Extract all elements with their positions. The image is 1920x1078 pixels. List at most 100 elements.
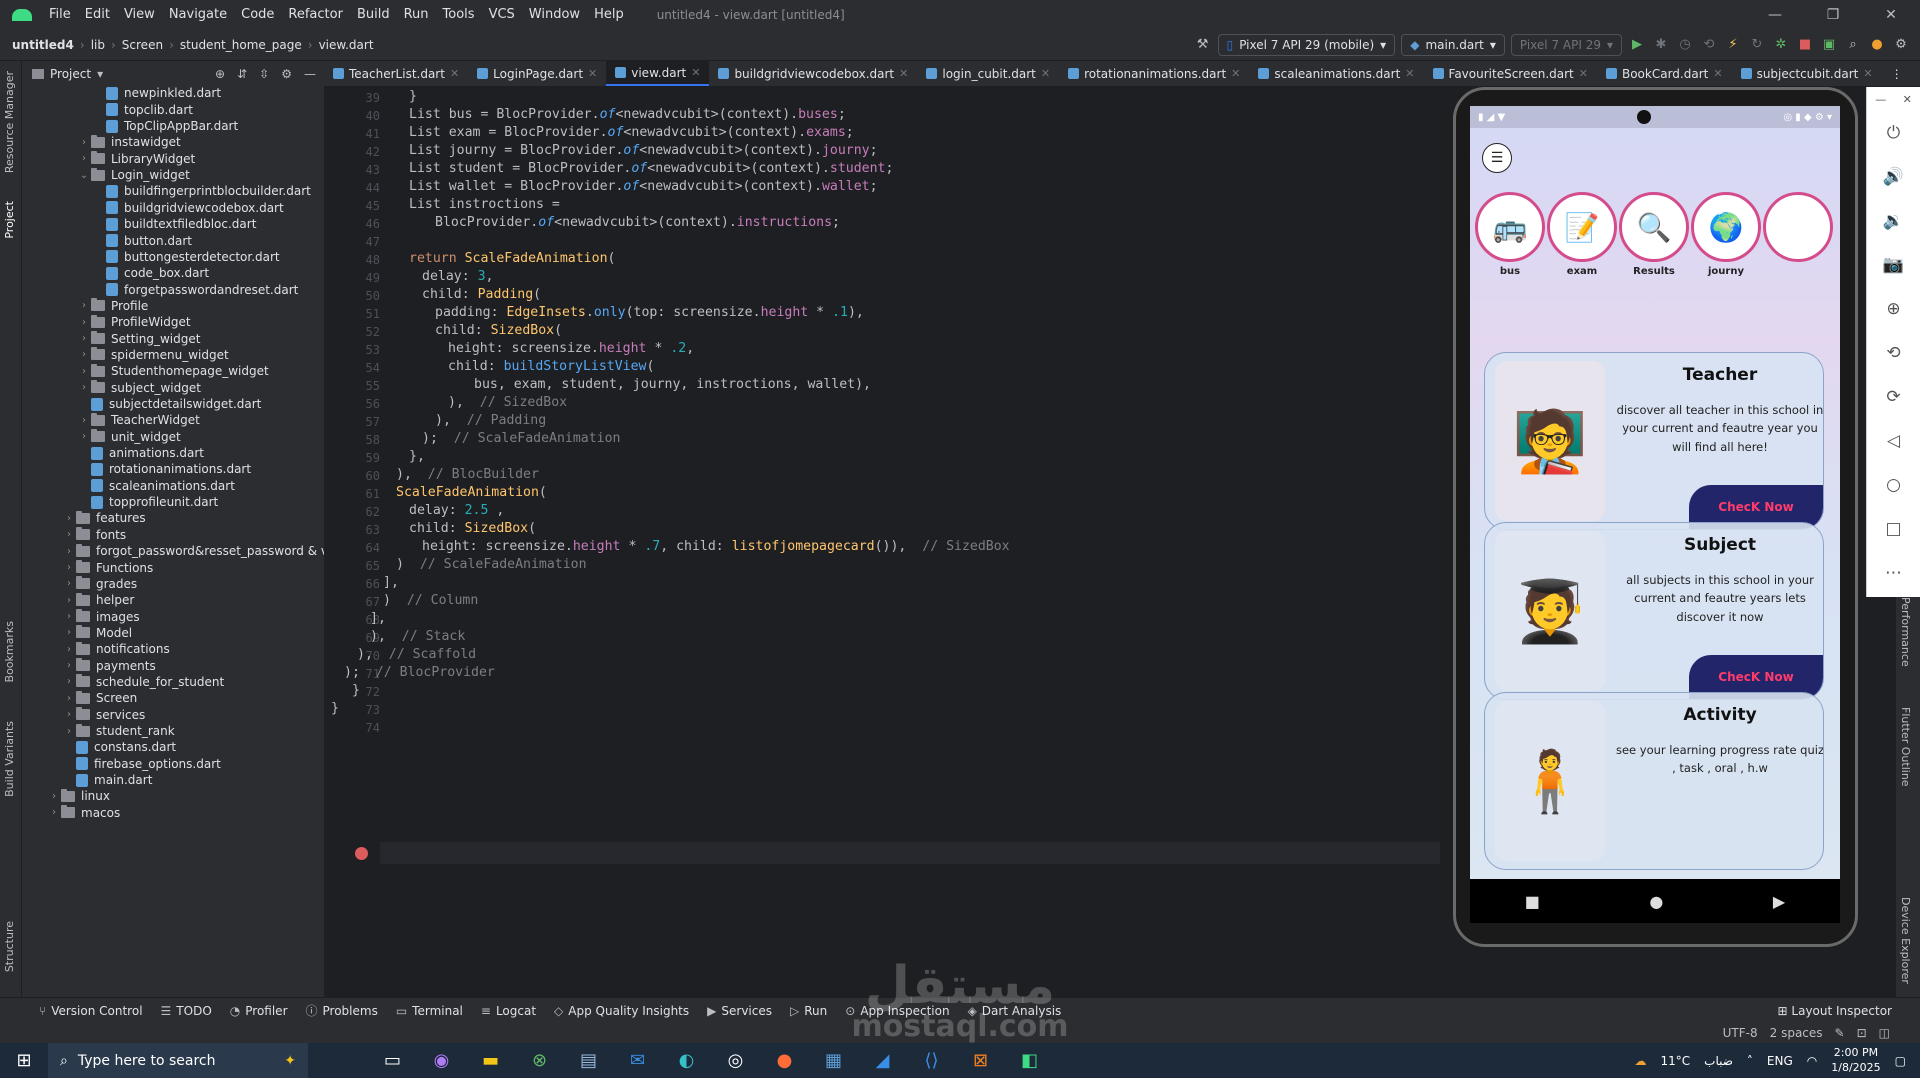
- minimize-icon[interactable]: —: [1746, 7, 1804, 23]
- chevron-right-icon[interactable]: ›: [77, 415, 91, 426]
- story-item-partial[interactable]: [1762, 192, 1834, 262]
- code-line[interactable]: }: [409, 89, 417, 104]
- store-icon[interactable]: ◢: [858, 1043, 907, 1078]
- indent-indicator[interactable]: 2 spaces: [1770, 1026, 1823, 1040]
- code-line[interactable]: ), // Stack: [370, 629, 465, 644]
- close-icon[interactable]: ✕: [1903, 93, 1912, 106]
- menu-tools[interactable]: Tools: [436, 7, 482, 22]
- story-item[interactable]: 🚌 bus: [1474, 192, 1546, 277]
- update-icon[interactable]: ●: [1868, 36, 1886, 54]
- editor-tab[interactable]: subjectcubit.dart ✕: [1732, 61, 1882, 86]
- terminal-tab[interactable]: ▭ Terminal: [387, 1004, 472, 1018]
- performance-tab[interactable]: Performance: [1899, 597, 1912, 667]
- bookmarks-tab[interactable]: Bookmarks: [3, 621, 16, 682]
- calculator-icon[interactable]: ▦: [809, 1043, 858, 1078]
- taskbar-search[interactable]: ⌕ Type here to search ✦: [48, 1043, 308, 1078]
- run-config-selector[interactable]: ◆ main.dart ▾: [1401, 33, 1505, 56]
- search-icon[interactable]: ⌕: [1844, 36, 1862, 54]
- task-view-icon[interactable]: ▭: [368, 1043, 417, 1078]
- close-icon[interactable]: ✕: [588, 67, 597, 80]
- home-card[interactable]: 🧑‍🎓 Subject all subjects in this school in…: [1484, 522, 1824, 700]
- device-selector-secondary[interactable]: Pixel 7 API 29 ▾: [1510, 33, 1622, 56]
- story-item[interactable]: 🔍 Results: [1618, 192, 1690, 277]
- editor-tab[interactable]: TeacherList.dart ✕: [324, 61, 468, 86]
- xbox-icon[interactable]: ⊗: [515, 1043, 564, 1078]
- profile-icon[interactable]: ◷: [1676, 36, 1694, 54]
- tree-folder[interactable]: › macos: [47, 803, 120, 823]
- logcat-tab[interactable]: ≡ Logcat: [472, 1004, 545, 1018]
- run-icon[interactable]: ▶: [1628, 36, 1646, 54]
- chevron-up-icon[interactable]: ˄: [1747, 1054, 1753, 1068]
- menu-view[interactable]: View: [117, 7, 162, 22]
- code-line[interactable]: ],: [383, 575, 399, 590]
- weather-text[interactable]: ضباب: [1704, 1054, 1733, 1068]
- hammer-icon[interactable]: ⚒: [1194, 36, 1212, 54]
- locate-icon[interactable]: ⊕: [215, 67, 225, 81]
- home-icon[interactable]: ●: [1649, 892, 1663, 911]
- editor-tab[interactable]: rotationanimations.dart ✕: [1059, 61, 1249, 86]
- collapse-all-icon[interactable]: ⇳: [259, 67, 269, 81]
- close-icon[interactable]: ✕: [1041, 67, 1050, 80]
- code-line[interactable]: child: SizedBox(: [409, 521, 536, 536]
- back-icon[interactable]: ▶: [1773, 892, 1785, 911]
- code-line[interactable]: }: [344, 683, 360, 698]
- close-icon[interactable]: ✕: [1231, 67, 1240, 80]
- todo-tab[interactable]: ☰ TODO: [152, 1004, 221, 1018]
- device-explorer-tab[interactable]: Device Explorer: [1899, 897, 1912, 984]
- code-line[interactable]: return ScaleFadeAnimation(: [409, 251, 615, 266]
- code-line[interactable]: ) // ScaleFadeAnimation: [396, 557, 587, 572]
- chevron-right-icon[interactable]: ›: [77, 317, 91, 328]
- hot-restart-icon[interactable]: ↻: [1748, 36, 1766, 54]
- chevron-right-icon[interactable]: ›: [77, 431, 91, 442]
- code-line[interactable]: delay: 2.5 ,: [409, 503, 504, 518]
- close-icon[interactable]: ✕: [1713, 67, 1722, 80]
- chevron-right-icon[interactable]: ›: [77, 137, 91, 148]
- services-tab[interactable]: ▶ Services: [698, 1004, 781, 1018]
- back-icon[interactable]: ◁: [1867, 419, 1920, 463]
- breadcrumb-view-dart[interactable]: view.dart: [313, 38, 380, 52]
- code-line[interactable]: ), // BlocBuilder: [396, 467, 539, 482]
- code-line[interactable]: ), // SizedBox: [448, 395, 567, 410]
- close-icon[interactable]: ✕: [691, 66, 700, 79]
- more-tabs-icon[interactable]: ⋮: [1882, 61, 1912, 86]
- recents-icon[interactable]: ■: [1525, 892, 1540, 911]
- profiler-tab[interactable]: ◔ Profiler: [221, 1004, 297, 1018]
- chevron-right-icon[interactable]: ›: [77, 349, 91, 360]
- menu-refactor[interactable]: Refactor: [281, 7, 350, 22]
- lock-icon[interactable]: ⊡: [1857, 1026, 1867, 1040]
- code-line[interactable]: List bus = BlocProvider.of<newadvcubit>(…: [409, 107, 846, 122]
- home-card[interactable]: 🧑‍🏫 Teacher discover all teacher in this s…: [1484, 352, 1824, 530]
- flutter-outline-tab[interactable]: Flutter Outline: [1899, 707, 1912, 787]
- rotate-right-icon[interactable]: ⟳: [1867, 375, 1920, 419]
- android-studio-icon[interactable]: ◧: [1005, 1043, 1054, 1078]
- chevron-down-icon[interactable]: ⌄: [77, 170, 91, 181]
- menu-code[interactable]: Code: [234, 7, 281, 22]
- code-line[interactable]: List instroctions =: [409, 197, 560, 212]
- editor-tab[interactable]: view.dart ✕: [606, 61, 710, 86]
- overview-icon[interactable]: □: [1867, 507, 1920, 551]
- chevron-right-icon[interactable]: ›: [62, 611, 76, 622]
- project-tab[interactable]: Project: [3, 201, 16, 239]
- device-selector[interactable]: ▯ Pixel 7 API 29 (mobile) ▾: [1217, 33, 1396, 56]
- power-icon[interactable]: ⏻: [1867, 111, 1920, 155]
- chevron-right-icon[interactable]: ›: [62, 627, 76, 638]
- menu-file[interactable]: File: [42, 7, 78, 22]
- language-indicator[interactable]: ENG: [1767, 1054, 1793, 1068]
- xampp-icon[interactable]: ⊠: [956, 1043, 1005, 1078]
- zoom-icon[interactable]: ⊕: [1867, 287, 1920, 331]
- chevron-right-icon[interactable]: ›: [62, 660, 76, 671]
- weather-temp[interactable]: 11°C: [1660, 1054, 1690, 1068]
- editor-tab[interactable]: login_cubit.dart ✕: [917, 61, 1059, 86]
- structure-tab[interactable]: Structure: [3, 921, 16, 972]
- story-item[interactable]: 🌍 journy: [1690, 192, 1762, 277]
- notification-center-icon[interactable]: ▢: [1895, 1054, 1906, 1068]
- chrome-icon[interactable]: ◎: [711, 1043, 760, 1078]
- code-line[interactable]: ) // Column: [383, 593, 478, 608]
- close-icon[interactable]: ✕: [1405, 67, 1414, 80]
- stop-icon[interactable]: ■: [1796, 36, 1814, 54]
- code-line[interactable]: ); // ScaleFadeAnimation: [422, 431, 621, 446]
- code-line[interactable]: padding: EdgeInsets.only(top: screensize…: [435, 305, 864, 320]
- code-line[interactable]: ), // Scaffold: [357, 647, 476, 662]
- menu-navigate[interactable]: Navigate: [162, 7, 234, 22]
- weather-icon[interactable]: ☁: [1634, 1054, 1646, 1068]
